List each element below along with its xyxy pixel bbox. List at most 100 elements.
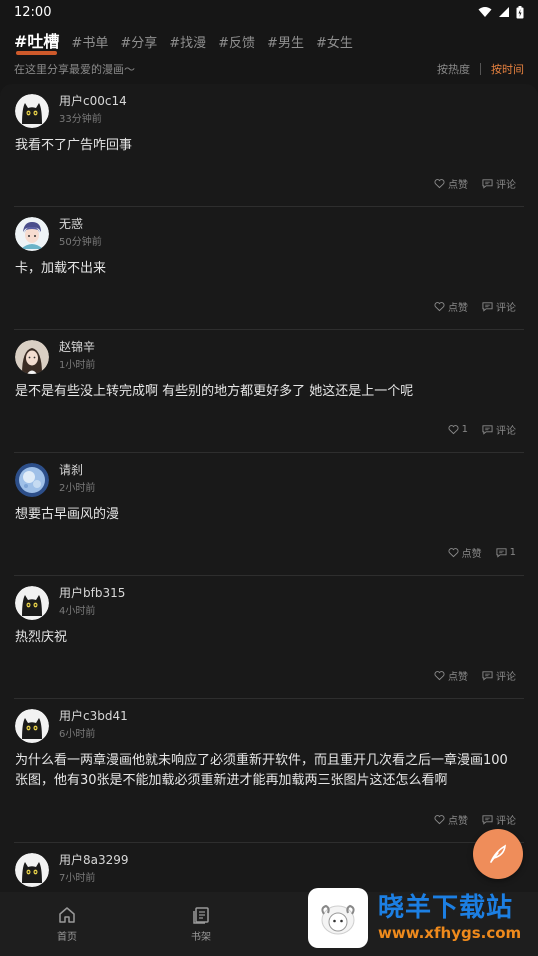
heart-icon	[448, 425, 459, 435]
topic-tabs: #吐槽 #书单 #分享 #找漫 #反馈 #男生 #女生	[14, 28, 353, 55]
post-item[interactable]: 请刹 2小时前 想要古早画风的漫 点赞 1	[0, 453, 538, 576]
tab-find-comic[interactable]: #找漫	[169, 32, 206, 51]
black-cat-avatar-icon	[15, 852, 49, 887]
battery-icon	[516, 5, 524, 18]
post-item[interactable]: 用户bfb315 4小时前 热烈庆祝 点赞 评论	[0, 576, 538, 699]
comment-icon	[482, 815, 493, 825]
avatar[interactable]	[15, 339, 49, 374]
like-label: 点赞	[448, 180, 468, 191]
moon-avatar-icon	[15, 462, 49, 497]
post-username[interactable]: 无惑	[59, 216, 102, 233]
like-label: 点赞	[448, 303, 468, 314]
post-content[interactable]: 热烈庆祝	[15, 628, 523, 648]
heart-icon	[434, 302, 445, 312]
comment-button[interactable]: 评论	[482, 668, 516, 683]
status-time: 12:00	[14, 4, 52, 20]
portrait-avatar-icon	[15, 339, 49, 374]
comment-label: 评论	[496, 426, 516, 437]
post-content[interactable]: 我看不了广告咋回事	[15, 136, 523, 156]
post-time: 2小时前	[59, 483, 96, 494]
tab-complain[interactable]: #吐槽	[14, 28, 59, 55]
signal-icon	[499, 7, 509, 17]
post-username[interactable]: 请刹	[59, 462, 95, 479]
tab-female[interactable]: #女生	[316, 32, 353, 51]
avatar[interactable]	[15, 585, 49, 620]
comment-label: 评论	[496, 672, 516, 683]
status-bar: 12:00	[0, 0, 538, 24]
nav-home[interactable]: 首页	[0, 892, 134, 956]
comment-button[interactable]: 评论	[482, 176, 516, 191]
avatar[interactable]	[15, 462, 49, 497]
post-item[interactable]: 用户c00c14 33分钟前 我看不了广告咋回事 点赞 评论	[0, 84, 538, 207]
post-content[interactable]: 为什么看一两章漫画他就未响应了必须重新开软件，而且重开几次看之后一章漫画100张…	[15, 751, 523, 791]
like-button[interactable]: 点赞	[434, 176, 468, 191]
comment-icon	[482, 179, 493, 189]
wifi-icon	[478, 7, 492, 17]
post-content[interactable]: 卡，加载不出来	[15, 259, 523, 279]
post-item[interactable]: 赵锦辛 1小时前 是不是有些没上转完成啊 有些别的地方都更好多了 她这还是上一个…	[0, 330, 538, 453]
bookshelf-icon	[193, 907, 209, 924]
avatar[interactable]	[15, 708, 49, 743]
comment-label: 评论	[496, 180, 516, 191]
like-button[interactable]: 点赞	[434, 668, 468, 683]
post-username[interactable]: 用户c3bd41	[59, 708, 128, 725]
comment-button[interactable]: 评论	[482, 812, 516, 827]
watermark-title: 晓羊下载站	[378, 893, 514, 923]
comment-label: 评论	[496, 816, 516, 827]
post-time: 1小时前	[59, 360, 96, 371]
post-username[interactable]: 用户8a3299	[59, 852, 129, 869]
post-item[interactable]: 无惑 50分钟前 卡，加载不出来 点赞 评论	[0, 207, 538, 330]
tab-share[interactable]: #分享	[120, 32, 157, 51]
heart-icon	[434, 179, 445, 189]
post-content[interactable]: 是不是有些没上转完成啊 有些别的地方都更好多了 她这还是上一个呢	[15, 382, 523, 402]
post-username[interactable]: 赵锦辛	[59, 339, 95, 356]
tab-booklist[interactable]: #书单	[71, 32, 108, 51]
post-time: 7小时前	[59, 873, 96, 884]
sort-divider	[480, 63, 481, 75]
channel-subtitle: 在这里分享最爱的漫画～	[14, 63, 135, 76]
sort-by-time[interactable]: 按时间	[491, 61, 524, 77]
post-time: 33分钟前	[59, 114, 102, 125]
comment-button[interactable]: 评论	[482, 299, 516, 314]
comment-icon	[482, 425, 493, 435]
nav-bookshelf-label: 书架	[191, 932, 211, 943]
comment-label: 评论	[496, 303, 516, 314]
avatar[interactable]	[15, 93, 49, 128]
like-label: 点赞	[461, 549, 482, 560]
feather-pen-icon	[490, 844, 506, 863]
sort-by-hot[interactable]: 按热度	[437, 61, 470, 77]
like-button[interactable]: 点赞	[434, 299, 468, 314]
status-icons	[478, 5, 524, 19]
post-item[interactable]: 用户8a3299 7小时前	[0, 843, 538, 892]
post-content[interactable]: 想要古早画风的漫	[15, 505, 523, 525]
black-cat-avatar-icon	[15, 585, 49, 620]
anime-avatar-icon	[15, 216, 49, 251]
avatar[interactable]	[15, 216, 49, 251]
tab-feedback[interactable]: #反馈	[218, 32, 255, 51]
like-button[interactable]: 点赞	[434, 812, 468, 827]
site-watermark: 晓羊下载站 www.xfhygs.com	[308, 886, 538, 950]
comment-button[interactable]: 评论	[482, 422, 516, 437]
comment-icon	[496, 548, 507, 558]
comment-count: 1	[509, 547, 516, 558]
post-feed[interactable]: 用户c00c14 33分钟前 我看不了广告咋回事 点赞 评论 无惑 50分钟前 …	[0, 84, 538, 892]
post-time: 4小时前	[59, 606, 96, 617]
post-username[interactable]: 用户bfb315	[59, 585, 125, 602]
post-item[interactable]: 用户c3bd41 6小时前 为什么看一两章漫画他就未响应了必须重新开软件，而且重…	[0, 699, 538, 843]
home-icon	[59, 907, 75, 923]
sheep-logo-icon	[308, 888, 368, 948]
like-label: 点赞	[448, 672, 468, 683]
nav-bookshelf[interactable]: 书架	[134, 892, 268, 956]
like-button[interactable]: 1	[448, 422, 468, 437]
compose-post-button[interactable]	[473, 829, 523, 879]
watermark-url: www.xfhygs.com	[378, 924, 522, 942]
heart-icon	[448, 548, 459, 558]
avatar[interactable]	[15, 852, 49, 887]
nav-home-label: 首页	[57, 932, 77, 943]
comment-button[interactable]: 1	[496, 545, 516, 560]
like-button[interactable]: 点赞	[448, 545, 482, 560]
post-time: 6小时前	[59, 729, 96, 740]
post-time: 50分钟前	[59, 237, 102, 248]
tab-male[interactable]: #男生	[267, 32, 304, 51]
post-username[interactable]: 用户c00c14	[59, 93, 127, 110]
